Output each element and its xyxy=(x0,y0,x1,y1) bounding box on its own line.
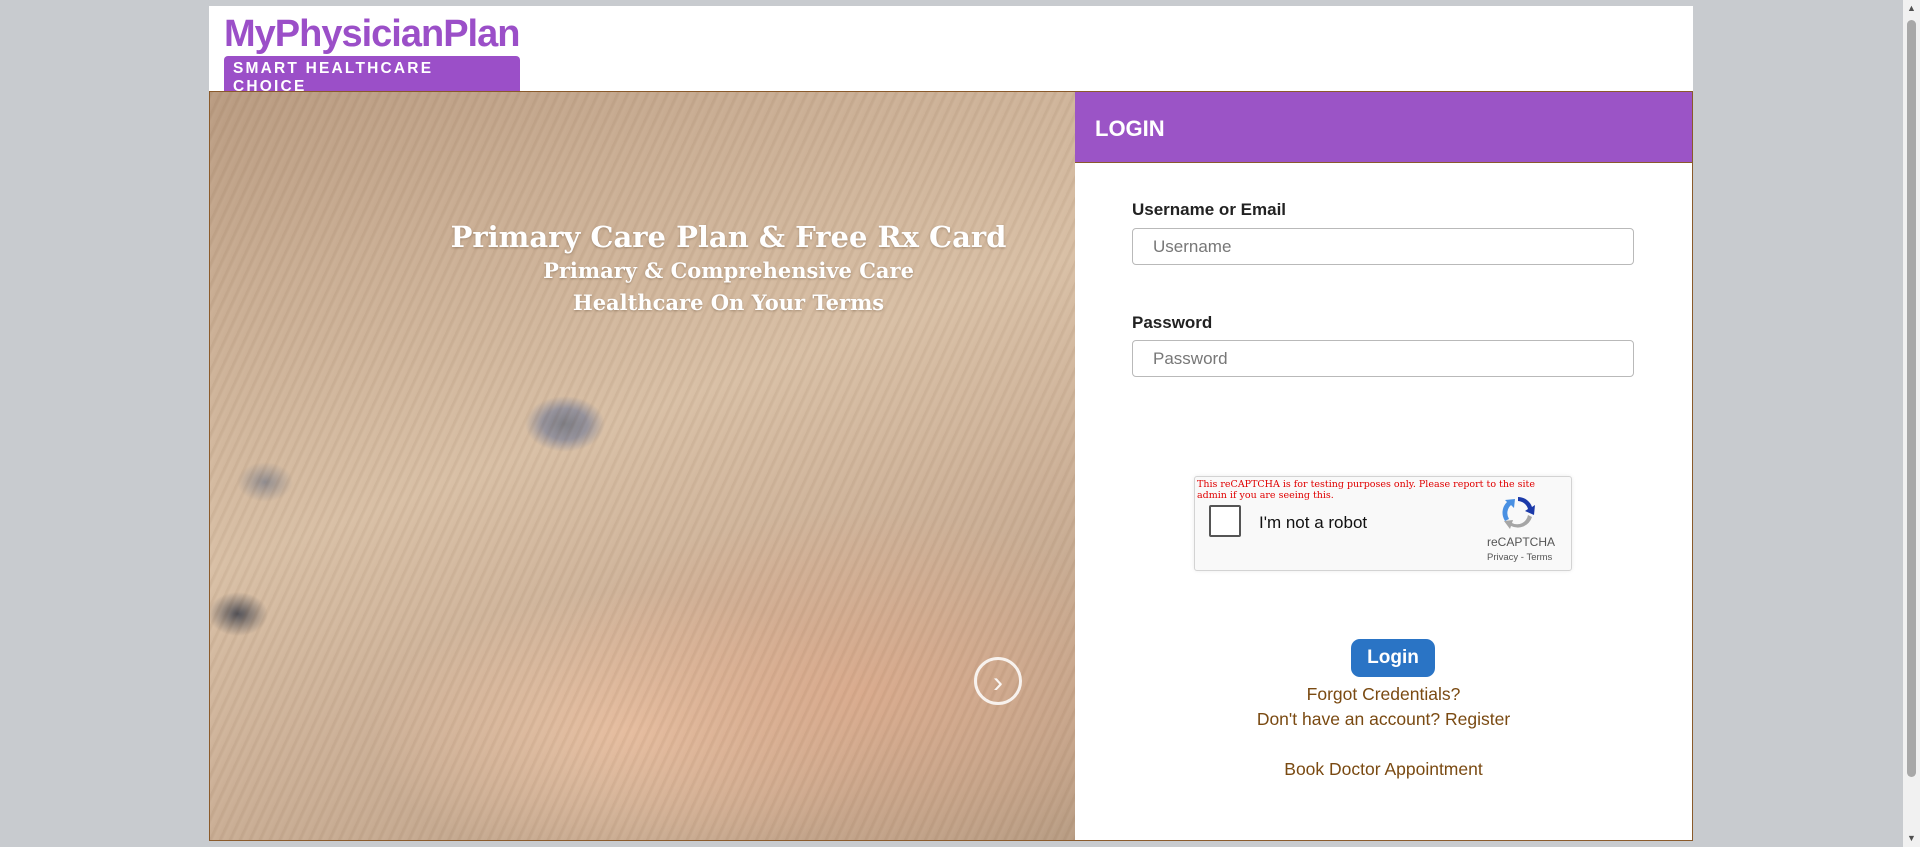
password-input[interactable] xyxy=(1132,340,1634,377)
hero-slideshow: Primary Care Plan & Free Rx Card Primary… xyxy=(210,92,1075,840)
login-title: LOGIN xyxy=(1095,116,1165,141)
book-appointment-link[interactable]: Book Doctor Appointment xyxy=(1075,759,1692,780)
username-input[interactable] xyxy=(1132,228,1634,265)
slide-next-button[interactable]: › xyxy=(974,657,1022,705)
page-container: MyPhysicianPlan SMART HEALTHCARE CHOICE … xyxy=(209,6,1693,841)
login-panel: LOGIN Username or Email Password This re… xyxy=(1075,92,1692,840)
hero-headline: Primary Care Plan & Free Rx Card xyxy=(450,220,1007,254)
main-content: Primary Care Plan & Free Rx Card Primary… xyxy=(209,91,1693,841)
recaptcha-brand: reCAPTCHA xyxy=(1487,535,1556,549)
register-link[interactable]: Don't have an account? Register xyxy=(1075,709,1692,730)
hero-image xyxy=(210,92,1075,840)
login-button[interactable]: Login xyxy=(1351,639,1435,677)
password-label: Password xyxy=(1132,313,1213,332)
username-label: Username or Email xyxy=(1132,200,1287,219)
recaptcha-checkbox[interactable] xyxy=(1209,505,1241,537)
login-header: LOGIN xyxy=(1075,92,1692,163)
hero-caption: Primary Care Plan & Free Rx Card Primary… xyxy=(210,219,1075,319)
chevron-right-icon: › xyxy=(993,666,1003,699)
recaptcha-terms-link[interactable]: Terms xyxy=(1526,552,1552,563)
scroll-thumb[interactable] xyxy=(1907,20,1916,777)
recaptcha-privacy-link[interactable]: Privacy xyxy=(1487,552,1518,563)
recaptcha-links: Privacy - Terms xyxy=(1487,552,1552,563)
brand-logo[interactable]: MyPhysicianPlan SMART HEALTHCARE CHOICE xyxy=(224,14,520,99)
hero-tagline: Healthcare On Your Terms xyxy=(572,290,885,315)
recaptcha-widget: This reCAPTCHA is for testing purposes o… xyxy=(1194,476,1572,571)
hero-subheadline: Primary & Comprehensive Care xyxy=(543,258,914,283)
site-header: MyPhysicianPlan SMART HEALTHCARE CHOICE xyxy=(209,6,1693,99)
scroll-up-icon[interactable]: ▲ xyxy=(1903,0,1920,17)
forgot-credentials-link[interactable]: Forgot Credentials? xyxy=(1075,684,1692,705)
vertical-scrollbar[interactable]: ▲ ▼ xyxy=(1903,0,1920,847)
scroll-down-icon[interactable]: ▼ xyxy=(1903,830,1920,847)
logo-title: MyPhysicianPlan xyxy=(224,13,520,55)
recaptcha-label: I'm not a robot xyxy=(1259,513,1368,532)
recaptcha-logo-icon xyxy=(1502,497,1535,529)
